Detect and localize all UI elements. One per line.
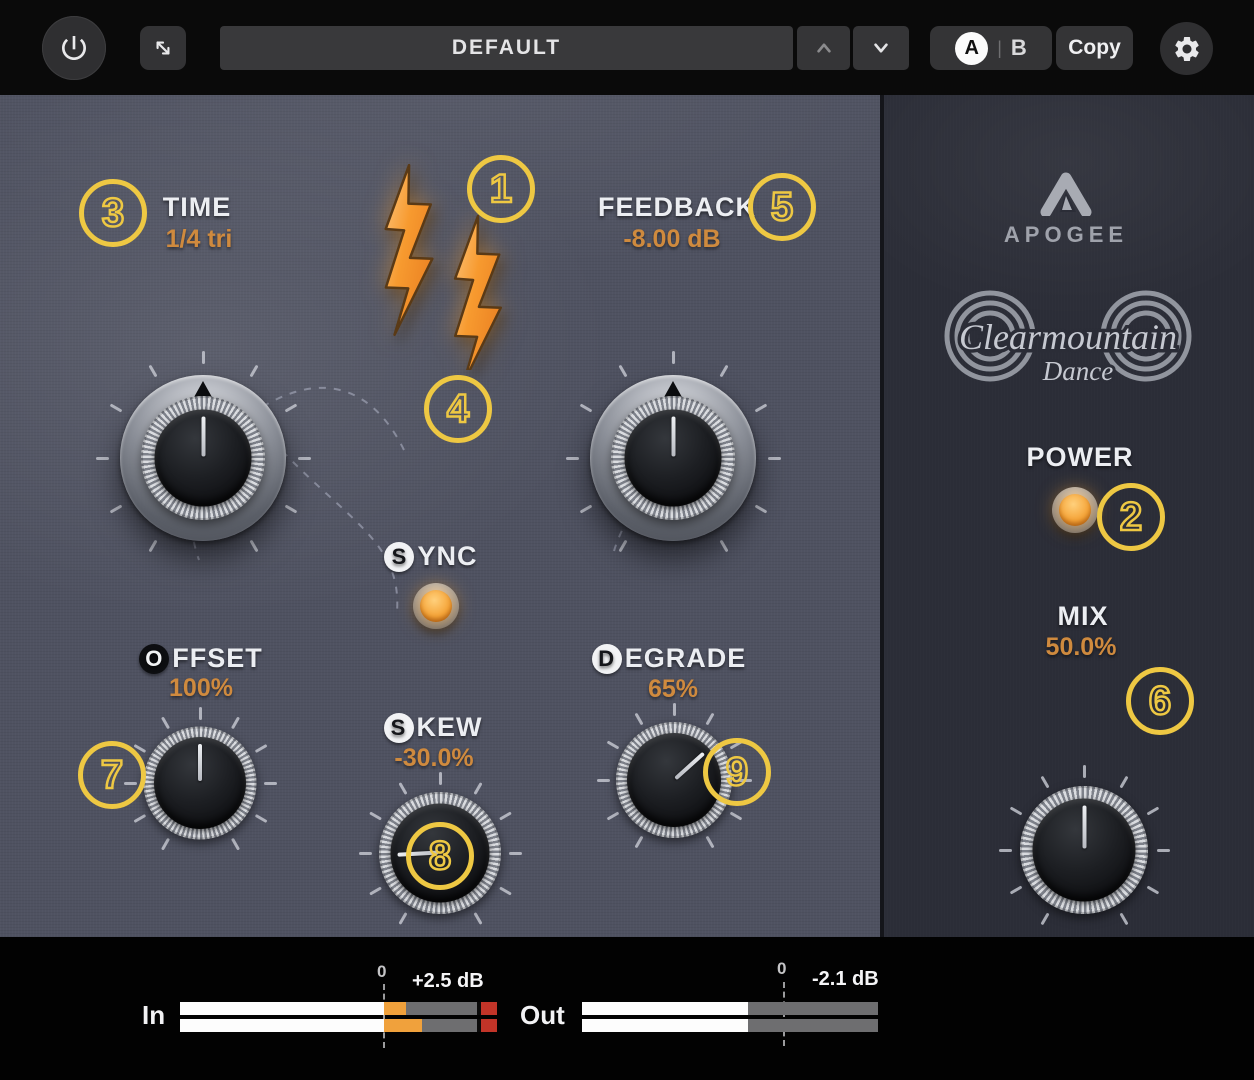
preset-previous-button[interactable]	[797, 26, 850, 70]
offset-label: O FFSET	[51, 643, 351, 674]
in-meter-readout: +2.5 dB	[412, 970, 484, 993]
degrade-badge: D	[592, 644, 622, 674]
meter-bar: In 0 +2.5 dB Out 0 -2.1 dB	[0, 937, 1254, 1080]
skew-value: -30.0%	[284, 744, 584, 773]
settings-button[interactable]	[1160, 22, 1213, 75]
chevron-down-icon	[868, 35, 894, 61]
sync-led-on	[420, 590, 452, 622]
offset-value: 100%	[51, 674, 351, 703]
resize-diagonal-icon	[150, 35, 176, 61]
svg-text:Dance: Dance	[1042, 356, 1113, 386]
in-meter-label: In	[142, 1000, 165, 1031]
knob-pointer	[674, 752, 705, 780]
annotation-1: 1	[467, 155, 535, 223]
knob-pointer	[671, 417, 675, 457]
out-meter-label: Out	[520, 1000, 565, 1031]
knob-pointer	[1082, 806, 1086, 849]
ab-state-a[interactable]: A	[955, 32, 988, 65]
copy-label: Copy	[1068, 36, 1121, 60]
clearmountain-dance-logo: Clearmountain Dance	[933, 272, 1203, 407]
apogee-wordmark: APOGEE	[916, 222, 1216, 248]
ab-separator: |	[997, 38, 1002, 59]
degrade-label: D EGRADE	[519, 643, 819, 674]
annotation-5: 5	[748, 173, 816, 241]
out-meter-bar-left	[582, 1002, 878, 1015]
offset-badge: O	[139, 644, 169, 674]
knob-pointer	[201, 417, 205, 457]
skew-badge: S	[384, 713, 414, 743]
power-led-button[interactable]	[1052, 487, 1098, 533]
sync-label: S YNC	[281, 541, 581, 572]
annotation-6: 6	[1126, 667, 1194, 735]
resize-button[interactable]	[140, 26, 186, 70]
preset-name: DEFAULT	[452, 36, 561, 60]
power-icon	[58, 32, 90, 64]
out-meter-bar-right	[582, 1019, 878, 1032]
power-label: POWER	[930, 442, 1230, 473]
bypass-power-button[interactable]	[42, 16, 106, 80]
degrade-value: 65%	[523, 675, 823, 704]
in-meter-bar-left	[180, 1002, 497, 1015]
knob-pointer	[198, 744, 202, 781]
chevron-up-icon	[811, 35, 837, 61]
apogee-logo-icon	[1038, 168, 1094, 216]
in-meter-zero: 0	[377, 962, 386, 982]
annotation-3: 3	[79, 179, 147, 247]
copy-button[interactable]: Copy	[1056, 26, 1133, 70]
gear-icon	[1172, 34, 1202, 64]
sync-badge: S	[384, 542, 414, 572]
out-meter-zero: 0	[777, 959, 786, 979]
mix-value: 50.0%	[931, 633, 1231, 662]
annotation-2: 2	[1097, 483, 1165, 551]
preset-selector[interactable]: DEFAULT	[220, 26, 793, 70]
power-led-on	[1059, 494, 1091, 526]
in-meter-zero-line	[383, 984, 385, 1048]
annotation-8: 8	[406, 822, 474, 890]
mix-label: MIX	[933, 601, 1233, 632]
title-bar: DEFAULT A | B Copy	[0, 0, 1254, 95]
annotation-4: 4	[424, 375, 492, 443]
svg-text:Clearmountain: Clearmountain	[959, 317, 1177, 357]
skew-label: S KEW	[283, 712, 583, 743]
ab-compare-toggle[interactable]: A | B	[930, 26, 1052, 70]
out-meter-readout: -2.1 dB	[812, 968, 879, 991]
ab-state-b[interactable]: B	[1011, 35, 1027, 61]
sync-led-button[interactable]	[413, 583, 459, 629]
in-meter-bar-right	[180, 1019, 497, 1032]
annotation-9: 9	[703, 738, 771, 806]
annotation-7: 7	[78, 741, 146, 809]
plugin-window: DEFAULT A | B Copy	[0, 0, 1254, 1080]
preset-next-button[interactable]	[853, 26, 909, 70]
